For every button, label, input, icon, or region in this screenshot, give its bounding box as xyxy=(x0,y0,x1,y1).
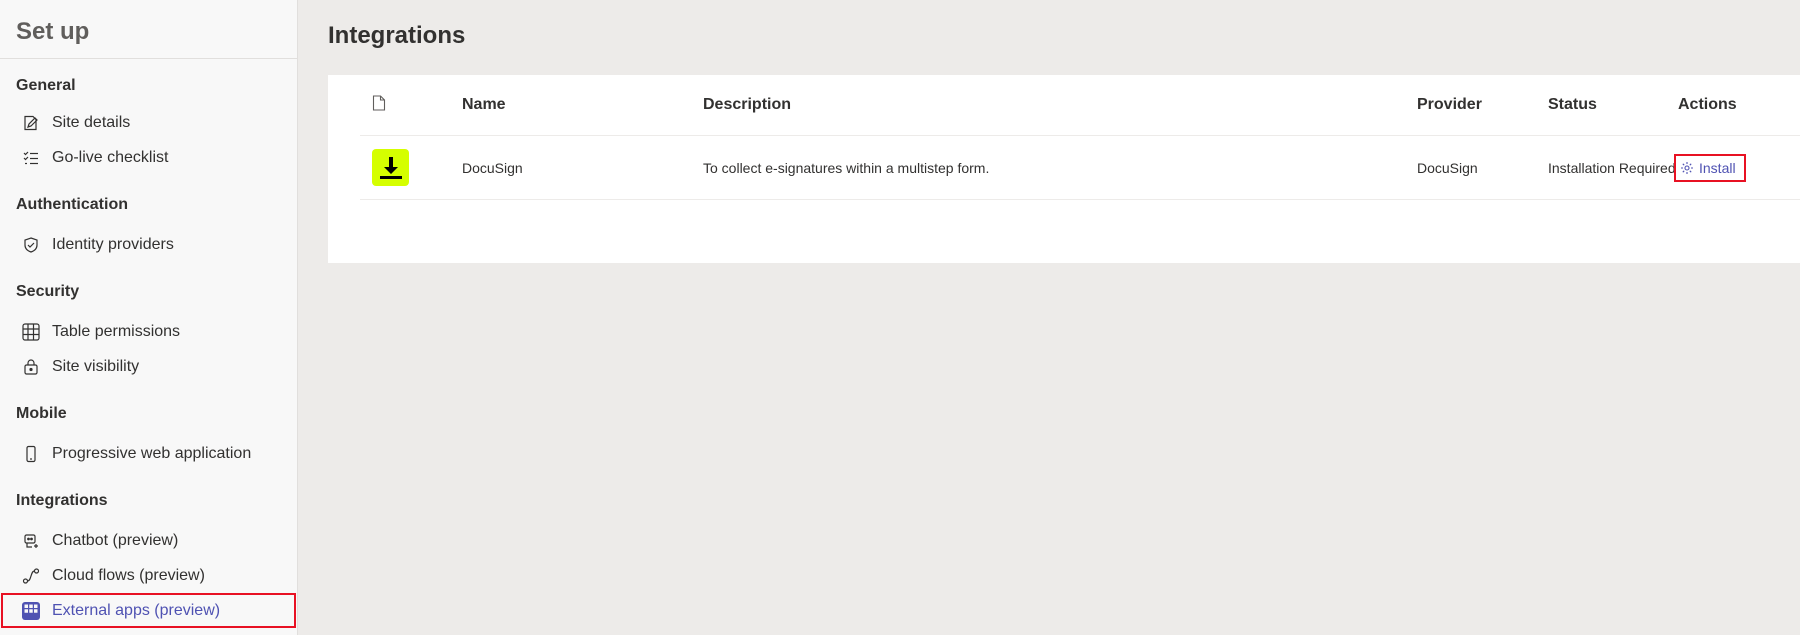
nav-item-progressive-web-application[interactable]: Progressive web application xyxy=(0,436,297,471)
column-header-provider[interactable]: Provider xyxy=(1417,75,1482,135)
main-content: Integrations Name Description Provider S… xyxy=(298,0,1800,635)
nav-item-site-details[interactable]: Site details xyxy=(0,105,297,140)
file-icon xyxy=(372,94,386,116)
section-header-integrations: Integrations xyxy=(16,492,108,509)
integrations-table: Name Description Provider Status Actions… xyxy=(360,75,1800,200)
column-header-description[interactable]: Description xyxy=(703,75,791,135)
nav-item-cloud-flows[interactable]: Cloud flows (preview) xyxy=(0,558,297,593)
nav-item-label: External apps (preview) xyxy=(52,601,221,619)
nav-item-label: Progressive web application xyxy=(52,444,252,462)
section-header-general: General xyxy=(16,77,76,94)
nav-item-site-visibility[interactable]: Site visibility xyxy=(0,349,297,384)
flow-icon xyxy=(20,565,42,587)
column-header-name[interactable]: Name xyxy=(462,75,506,135)
shield-icon xyxy=(20,234,42,256)
integrations-panel: Name Description Provider Status Actions… xyxy=(328,75,1800,263)
apps-grid-icon xyxy=(20,600,42,622)
app-logo-cell xyxy=(372,136,412,199)
section-header-mobile: Mobile xyxy=(16,405,67,422)
install-button[interactable]: Install xyxy=(1674,153,1746,182)
nav-item-chatbot[interactable]: Chatbot (preview) xyxy=(0,523,297,558)
nav-item-table-permissions[interactable]: Table permissions xyxy=(0,314,297,349)
nav-item-label: Cloud flows (preview) xyxy=(52,566,205,584)
nav-item-label: Site visibility xyxy=(52,357,140,375)
table-header-row: Name Description Provider Status Actions xyxy=(360,75,1800,136)
nav-item-go-live-checklist[interactable]: Go-live checklist xyxy=(0,140,297,175)
edit-form-icon xyxy=(20,112,42,134)
docusign-logo-icon xyxy=(372,149,409,186)
checklist-icon xyxy=(20,147,42,169)
page-title: Integrations xyxy=(328,22,466,49)
phone-icon xyxy=(20,443,42,465)
section-header-security: Security xyxy=(16,283,80,300)
nav-item-label: Chatbot (preview) xyxy=(52,531,179,549)
nav-item-label: Table permissions xyxy=(52,322,181,340)
nav-item-external-apps[interactable]: External apps (preview) xyxy=(1,593,296,628)
sidebar-title: Set up xyxy=(16,18,90,45)
app-description: To collect e-signatures within a multist… xyxy=(703,159,990,176)
table-row[interactable]: DocuSign To collect e-signatures within … xyxy=(360,136,1800,200)
section-header-authentication: Authentication xyxy=(16,196,128,213)
app-provider: DocuSign xyxy=(1417,159,1478,176)
nav-item-label: Site details xyxy=(52,113,131,131)
table-icon xyxy=(20,321,42,343)
sidebar: Set up General Site details Go-live chec… xyxy=(0,0,298,635)
app-status: Installation Required xyxy=(1548,159,1676,176)
app-root: Set up General Site details Go-live chec… xyxy=(0,0,1800,635)
nav-item-label: Go-live checklist xyxy=(52,148,169,166)
column-header-actions: Actions xyxy=(1678,96,1737,113)
gear-icon xyxy=(1680,161,1694,175)
nav-item-label: Identity providers xyxy=(52,235,174,253)
column-header-status[interactable]: Status xyxy=(1548,75,1597,135)
nav-item-identity-providers[interactable]: Identity providers xyxy=(0,227,297,262)
column-header-icon xyxy=(372,75,412,135)
app-actions: Install xyxy=(1674,136,1746,199)
install-button-label: Install xyxy=(1699,159,1736,176)
app-name: DocuSign xyxy=(462,159,523,176)
lock-icon xyxy=(20,356,42,378)
bot-icon xyxy=(20,530,42,552)
